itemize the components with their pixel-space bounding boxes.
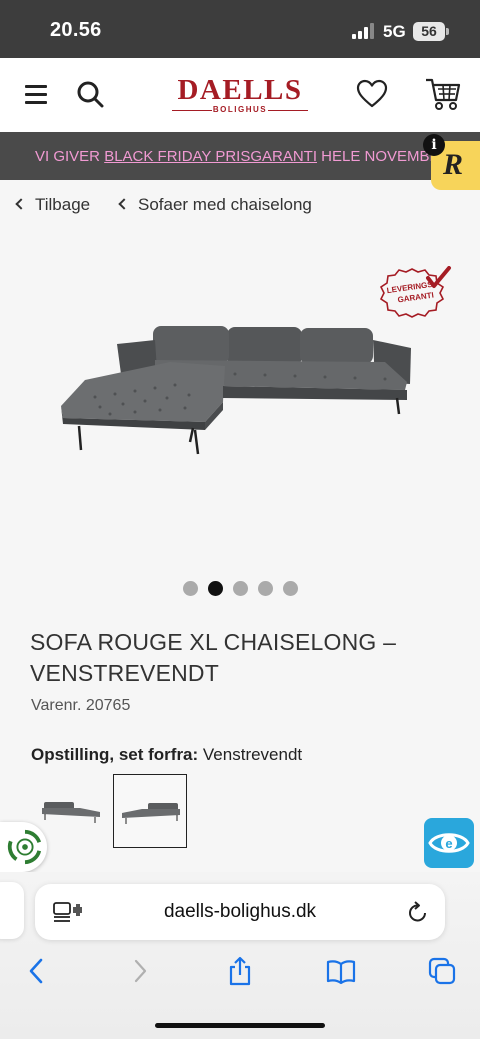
product-image-sofa bbox=[61, 326, 411, 455]
forward-icon bbox=[125, 956, 155, 986]
variant-thumb-right-facing[interactable] bbox=[36, 774, 110, 848]
battery-tip bbox=[446, 28, 449, 35]
menu-icon[interactable] bbox=[25, 85, 47, 105]
browser-toolbar bbox=[0, 952, 480, 992]
category-link[interactable]: Sofaer med chaiselong bbox=[118, 195, 312, 215]
heart-icon[interactable] bbox=[356, 79, 388, 109]
logo-subtitle: BOLIGHUS bbox=[170, 105, 310, 114]
carousel-dot-2[interactable] bbox=[207, 581, 223, 596]
svg-text:e: e bbox=[445, 836, 452, 851]
accessibility-eye-button[interactable]: e bbox=[424, 818, 474, 868]
carousel-dot-4[interactable] bbox=[257, 581, 273, 596]
recycle-icon bbox=[7, 829, 42, 865]
variant-option: Opstilling, set forfra: Venstrevendt bbox=[31, 745, 302, 765]
cart-icon[interactable] bbox=[424, 76, 462, 112]
carousel-dot-3[interactable] bbox=[232, 581, 248, 596]
variant-sofa-image bbox=[42, 802, 100, 823]
product-title: SOFA ROUGE XL CHAISELONG – VENSTREVENDT bbox=[30, 629, 397, 686]
option-value: Venstrevendt bbox=[198, 745, 303, 764]
delivery-guarantee-stamp: LEVERINGS GARANTI bbox=[379, 266, 451, 318]
search-icon[interactable] bbox=[76, 80, 104, 108]
battery-indicator: 56 bbox=[413, 22, 445, 41]
previous-tab-card[interactable] bbox=[0, 882, 24, 939]
back-label: Tilbage bbox=[35, 195, 91, 214]
carousel-dot-5[interactable] bbox=[282, 581, 298, 596]
eye-icon: e bbox=[428, 833, 470, 853]
banner-text: VI GIVER BLACK FRIDAY PRISGARANTI HELE N… bbox=[35, 148, 450, 165]
review-logo-icon: R bbox=[443, 148, 464, 181]
breadcrumb: Tilbage Sofaer med chaiselong bbox=[0, 190, 480, 222]
back-link[interactable]: Tilbage bbox=[15, 195, 91, 215]
promo-banner: VI GIVER BLACK FRIDAY PRISGARANTI HELE N… bbox=[0, 132, 480, 180]
info-icon[interactable]: i bbox=[423, 134, 445, 156]
url-text: daells-bolighus.dk bbox=[163, 901, 317, 922]
status-bar: 20.56 5G 56 bbox=[0, 0, 480, 58]
browser-bottom-bar: daells-bolighus.dk bbox=[0, 872, 480, 1039]
reload-icon[interactable] bbox=[407, 900, 429, 924]
cellular-signal-icon bbox=[352, 23, 374, 39]
variant-thumb-left-facing[interactable] bbox=[113, 774, 187, 848]
tabs-icon[interactable] bbox=[427, 956, 457, 986]
variant-sofa-image bbox=[122, 803, 180, 824]
banner-link[interactable]: BLACK FRIDAY PRISGARANTI bbox=[104, 148, 317, 165]
address-bar[interactable]: daells-bolighus.dk bbox=[35, 884, 445, 940]
option-label: Opstilling, set forfra: bbox=[31, 745, 199, 764]
product-sku: Varenr. 20765 bbox=[31, 697, 131, 714]
logo-text: DAELLS bbox=[177, 74, 303, 106]
chevron-left-icon bbox=[118, 198, 130, 210]
share-icon[interactable] bbox=[225, 956, 255, 986]
carousel-dot-1[interactable] bbox=[182, 581, 198, 596]
category-label: Sofaer med chaiselong bbox=[138, 195, 312, 214]
carousel-pagination bbox=[0, 581, 480, 599]
status-time: 20.56 bbox=[50, 19, 102, 41]
product-gallery[interactable]: LEVERINGS GARANTI bbox=[0, 232, 480, 562]
site-logo[interactable]: DAELLS BOLIGHUS bbox=[170, 75, 310, 115]
chevron-left-icon bbox=[15, 198, 27, 210]
bookmarks-icon[interactable] bbox=[326, 956, 356, 986]
back-icon[interactable] bbox=[22, 956, 52, 986]
home-indicator bbox=[155, 1023, 325, 1028]
site-header: DAELLS BOLIGHUS bbox=[0, 58, 480, 132]
banner-prefix: VI GIVER bbox=[35, 148, 105, 165]
network-type: 5G bbox=[383, 22, 406, 41]
sustainability-badge[interactable] bbox=[0, 822, 47, 872]
